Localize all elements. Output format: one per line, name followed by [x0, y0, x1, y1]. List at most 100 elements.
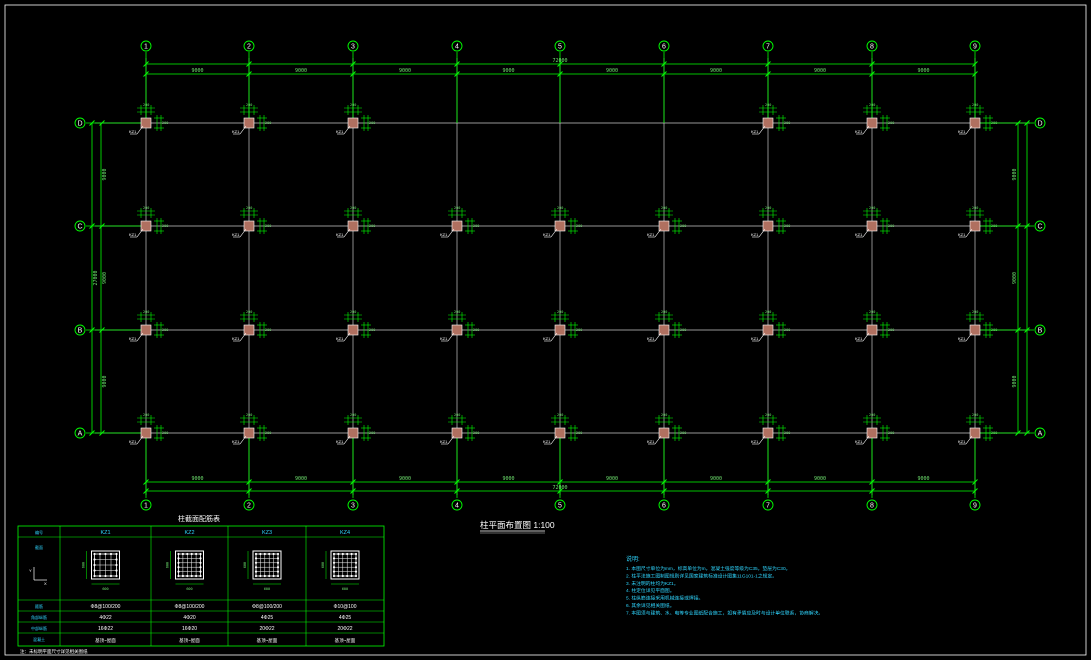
svg-text:200: 200 [888, 328, 894, 332]
dim-left-total: 27000 [93, 270, 99, 285]
svg-text:200: 200 [162, 328, 168, 332]
column-label: KZ1 [336, 439, 344, 444]
column-label: KZ1 [336, 232, 344, 237]
dim-bottom-span-4: 9000 [502, 476, 514, 482]
svg-text:600: 600 [166, 562, 170, 568]
dim-bottom-span-3: 9000 [399, 476, 411, 482]
column-8A: 200 200 KZ1 [855, 413, 894, 445]
svg-text:9: 9 [973, 44, 977, 51]
schedule-middle-bars: 16Φ22 [98, 626, 113, 632]
column-2A: 200 200 KZ1 [232, 413, 271, 445]
svg-text:200: 200 [454, 413, 460, 417]
svg-text:2: 2 [247, 503, 251, 510]
svg-text:5: 5 [558, 503, 562, 510]
svg-text:200: 200 [972, 310, 978, 314]
axis-bubble-right-C: C [1034, 220, 1046, 232]
column-5C: 200 200 KZ1 [543, 206, 582, 238]
schedule-corner-bars: 4Φ22 [99, 615, 112, 621]
column-label: KZ1 [440, 232, 448, 237]
axis-bubble-bottom-6: 6 [658, 499, 670, 511]
dim-top-span-7: 9000 [814, 68, 826, 74]
dim-bottom-span-7: 9000 [814, 476, 826, 482]
svg-text:200: 200 [869, 310, 875, 314]
svg-text:7: 7 [766, 44, 770, 51]
column-9C: 200 200 KZ1 [958, 206, 997, 238]
svg-text:200: 200 [869, 103, 875, 107]
column-5A: 200 200 KZ1 [543, 413, 582, 445]
svg-text:B: B [1038, 328, 1043, 335]
note-line-1: 1. 本图尺寸单位为mm，标高单位为m，混凝土强度等级为C35，垫层为C30。 [626, 565, 790, 572]
axis-bubble-bottom-3: 3 [347, 499, 359, 511]
column-label: KZ1 [647, 439, 655, 444]
design-notes: 说明: 1. 本图尺寸单位为mm，标高单位为m，混凝土强度等级为C35，垫层为C… [626, 555, 823, 616]
svg-text:200: 200 [454, 310, 460, 314]
column-1B: 200 200 KZ1 [129, 310, 168, 342]
svg-text:200: 200 [869, 206, 875, 210]
axis-bubble-top-7: 7 [762, 40, 774, 52]
column-6B: 200 200 KZ1 [647, 310, 686, 342]
column-label: KZ1 [543, 232, 551, 237]
svg-text:200: 200 [350, 413, 356, 417]
svg-text:C: C [77, 224, 82, 231]
svg-text:200: 200 [888, 224, 894, 228]
schedule-middle-bars: 16Φ20 [182, 626, 197, 632]
axis-bubble-left-C: C [74, 220, 86, 232]
svg-text:200: 200 [680, 328, 686, 332]
svg-text:200: 200 [369, 431, 375, 435]
dim-bottom-span-5: 9000 [606, 476, 618, 482]
column-label: KZ1 [751, 439, 759, 444]
column-9B: 200 200 KZ1 [958, 310, 997, 342]
svg-text:600: 600 [243, 562, 247, 568]
axis-bubble-left-B: B [74, 324, 86, 336]
column-label: KZ1 [647, 336, 655, 341]
svg-text:3: 3 [351, 503, 355, 510]
column-1D: 200 200 KZ1 [129, 103, 168, 135]
column-label: KZ1 [647, 232, 655, 237]
column-8C: 200 200 KZ1 [855, 206, 894, 238]
column-label: KZ1 [958, 232, 966, 237]
svg-text:200: 200 [784, 121, 790, 125]
svg-text:200: 200 [143, 103, 149, 107]
schedule-grid [18, 526, 384, 646]
svg-text:600: 600 [264, 587, 270, 591]
svg-text:200: 200 [473, 328, 479, 332]
svg-text:200: 200 [784, 328, 790, 332]
column-label: KZ1 [751, 336, 759, 341]
svg-text:200: 200 [265, 431, 271, 435]
axis-bubble-bottom-2: 2 [243, 499, 255, 511]
column-label: KZ1 [232, 232, 240, 237]
svg-text:8: 8 [870, 503, 874, 510]
column-9D: 200 200 KZ1 [958, 103, 997, 135]
svg-text:600: 600 [186, 587, 192, 591]
cad-drawing-canvas: 9000 9000 9000 9000 9000 9000 9000 9000 72000 900… [4, 4, 1087, 656]
column-2C: 200 200 KZ1 [232, 206, 271, 238]
dim-top-span-4: 9000 [502, 68, 514, 74]
column-8D: 200 200 KZ1 [855, 103, 894, 135]
dim-bottom-span-6: 9000 [710, 476, 722, 482]
svg-text:A: A [1038, 431, 1043, 438]
dim-right-span-3: 9000 [1012, 375, 1018, 387]
svg-text:200: 200 [765, 413, 771, 417]
svg-text:200: 200 [972, 413, 978, 417]
axis-bubble-top-4: 4 [451, 40, 463, 52]
svg-text:200: 200 [473, 431, 479, 435]
schedule-row-label-3: 角部纵筋 [31, 614, 47, 620]
column-5B: 200 200 KZ1 [543, 310, 582, 342]
note-line-3: 3. 未注明的柱均为KZ1。 [626, 580, 679, 587]
column-1C: 200 200 KZ1 [129, 206, 168, 238]
svg-text:200: 200 [350, 310, 356, 314]
column-label: KZ1 [855, 336, 863, 341]
column-label: KZ1 [958, 129, 966, 134]
svg-text:200: 200 [680, 224, 686, 228]
svg-text:200: 200 [265, 121, 271, 125]
dim-top-span-8: 9000 [917, 68, 929, 74]
svg-text:4: 4 [455, 44, 459, 51]
schedule-row-label-5: 混凝土 [33, 636, 45, 642]
schedule-cells: 编号截面箍筋角部纵筋中部纵筋混凝土 KZ1 Φ8@100/200 4Φ22 16Φ22 基… [31, 529, 357, 644]
column-schedule-table: 柱截面配筋表 编号截面箍筋角部纵筋中部纵筋混凝土 KZ1 Φ8@100/200 4Φ2… [17, 514, 385, 655]
column-label: KZ1 [543, 336, 551, 341]
svg-text:200: 200 [991, 328, 997, 332]
column-4C: 200 200 KZ1 [440, 206, 479, 238]
column-label: KZ1 [751, 232, 759, 237]
svg-text:200: 200 [473, 224, 479, 228]
